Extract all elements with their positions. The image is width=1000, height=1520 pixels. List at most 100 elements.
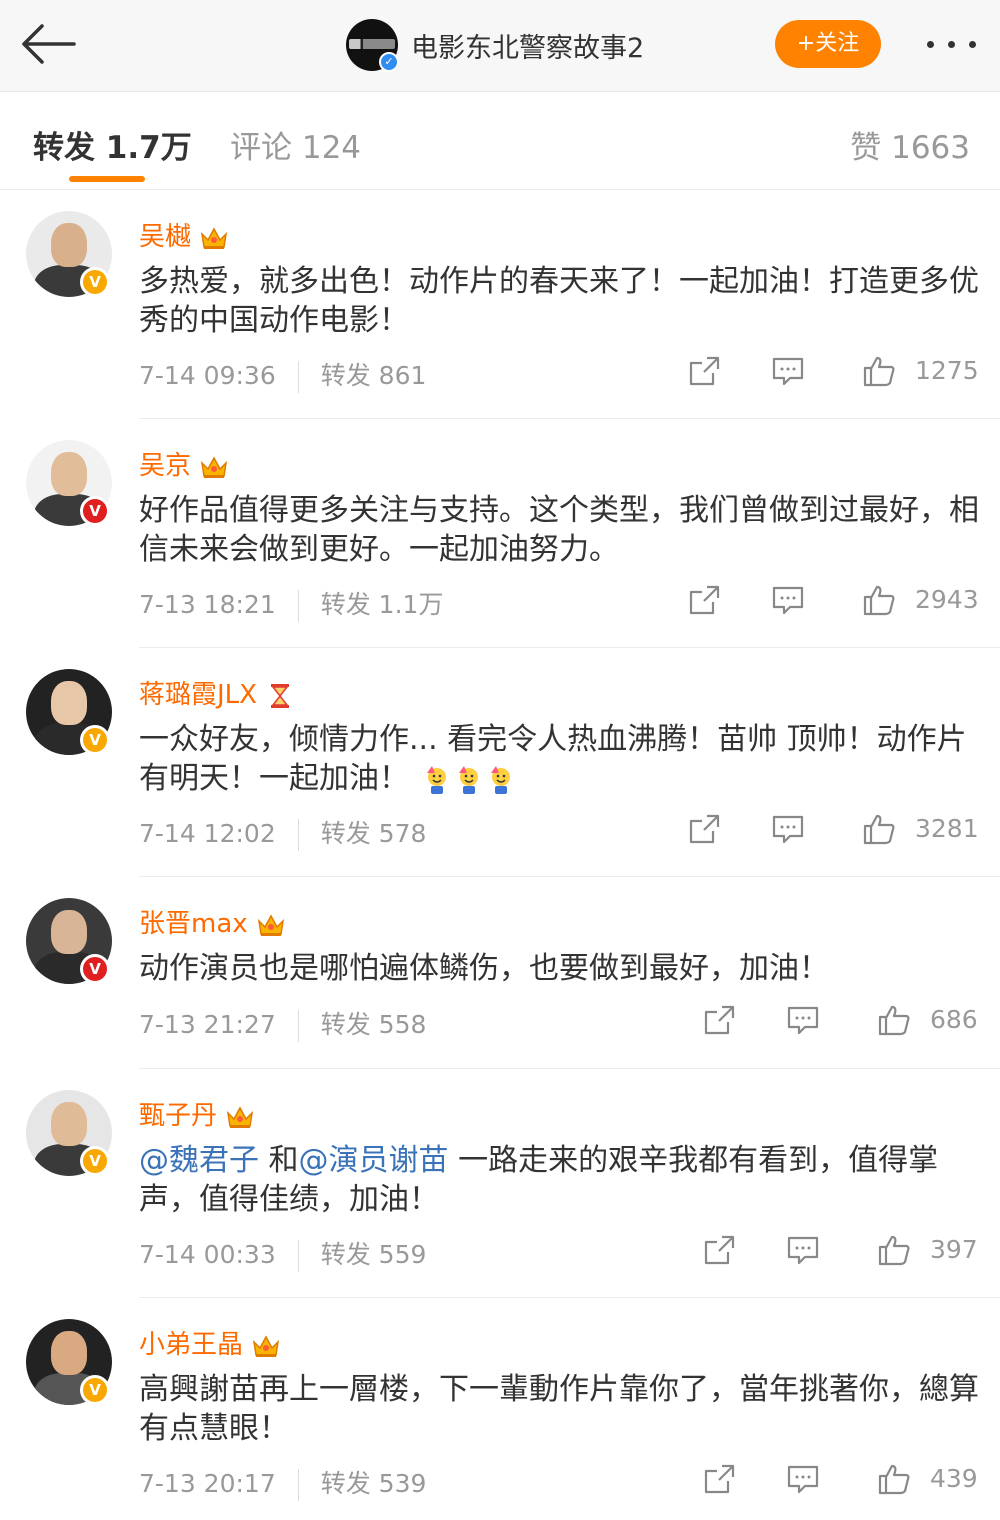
more-dots-icon[interactable] xyxy=(925,30,979,58)
username[interactable]: 甄子丹 xyxy=(139,1095,255,1132)
repost-count[interactable]: 转发 578 xyxy=(321,819,427,848)
repost-text-body: 多热爱，就多出色！动作片的春天来了！一起加油！打造更多优秀的中国动作电影！ xyxy=(139,264,979,338)
verified-icon: ✓ xyxy=(379,52,399,72)
share-icon[interactable] xyxy=(687,584,721,616)
repost-text: 好作品值得更多关注与支持。这个类型，我们曾做到过最好，相信未来会做到更好。一起加… xyxy=(139,491,979,569)
repost-count[interactable]: 转发 1.1万 xyxy=(321,590,444,619)
repost-meta: 7-14 00:33 转发 559 xyxy=(139,1235,426,1272)
meta-divider xyxy=(297,819,299,851)
verified-badge-icon: V xyxy=(80,954,110,984)
account-name[interactable]: 电影东北警察故事2 xyxy=(411,26,644,65)
username[interactable]: 小弟王晶 xyxy=(139,1324,281,1361)
timestamp: 7-13 20:17 xyxy=(139,1469,276,1498)
repost-meta: 7-13 21:27 转发 558 xyxy=(139,1005,426,1042)
comment-icon[interactable] xyxy=(771,813,805,845)
crown-icon xyxy=(257,913,284,936)
like-count[interactable]: 439 xyxy=(930,1464,978,1493)
repost-item[interactable]: V 甄子丹 @魏君子 和@演员谢苗 一路走来的艰辛我都有看到，值得掌声，值得佳绩… xyxy=(0,1069,1000,1298)
meta-divider xyxy=(297,361,299,393)
repost-text: 一众好友，倾情力作... 看完令人热血沸腾！苗帅 顶帅！动作片有明天！一起加油！ xyxy=(139,720,979,798)
crown-icon xyxy=(226,1105,254,1128)
like-icon[interactable] xyxy=(877,1234,911,1266)
timestamp: 7-14 00:33 xyxy=(139,1240,276,1269)
repost-text-body: 动作演员也是哪怕遍体鳞伤，也要做到最好，加油！ xyxy=(139,951,829,986)
repost-text-body: 好作品值得更多关注与支持。这个类型，我们曾做到过最好，相信未来会做到更好。一起加… xyxy=(139,493,979,567)
active-tab-indicator xyxy=(69,176,145,182)
tab-comment[interactable]: 评论 124 xyxy=(230,122,361,167)
party-emoji-icon xyxy=(458,765,478,794)
party-emoji-icon xyxy=(426,765,446,794)
tab-bar: 转发 1.7万 评论 124 赞 1663 xyxy=(0,92,1000,190)
comment-icon[interactable] xyxy=(786,1234,820,1266)
timestamp: 7-14 09:36 xyxy=(139,361,276,390)
meta-divider xyxy=(297,590,299,622)
mention-link[interactable]: @魏君子 xyxy=(139,1143,259,1178)
share-icon[interactable] xyxy=(687,813,721,845)
repost-count[interactable]: 转发 539 xyxy=(321,1469,427,1498)
like-count[interactable]: 397 xyxy=(930,1235,978,1264)
follow-button[interactable]: +关注 xyxy=(775,20,881,68)
like-icon[interactable] xyxy=(877,1004,911,1036)
crown-icon xyxy=(200,455,228,478)
comment-icon[interactable] xyxy=(786,1463,820,1495)
hourglass-icon xyxy=(270,683,289,708)
back-arrow-icon[interactable] xyxy=(18,20,78,68)
like-count[interactable]: 2943 xyxy=(915,585,979,614)
repost-text: 多热爱，就多出色！动作片的春天来了！一起加油！打造更多优秀的中国动作电影！ xyxy=(139,262,979,340)
comment-icon[interactable] xyxy=(771,584,805,616)
repost-meta: 7-13 18:21 转发 1.1万 xyxy=(139,585,443,622)
like-icon[interactable] xyxy=(862,355,896,387)
repost-item[interactable]: V 张晋max 动作演员也是哪怕遍体鳞伤，也要做到最好，加油！ 7-13 21:… xyxy=(0,877,1000,1069)
repost-meta: 7-14 12:02 转发 578 xyxy=(139,814,426,851)
comment-icon[interactable] xyxy=(771,355,805,387)
repost-count[interactable]: 转发 861 xyxy=(321,361,427,390)
repost-text-body: 高興謝苗再上一層楼，下一輩動作片靠你了，當年挑著你，總算有点慧眼！ xyxy=(139,1372,979,1446)
like-count[interactable]: 3281 xyxy=(915,814,979,843)
repost-text: @魏君子 和@演员谢苗 一路走来的艰辛我都有看到，值得掌声，值得佳绩，加油！ xyxy=(139,1141,979,1219)
mention-connector: 和 xyxy=(259,1143,299,1178)
meta-divider xyxy=(297,1240,299,1272)
repost-text: 动作演员也是哪怕遍体鳞伤，也要做到最好，加油！ xyxy=(139,949,979,988)
meta-divider xyxy=(297,1010,299,1042)
crown-icon xyxy=(200,226,228,249)
like-count[interactable]: 1275 xyxy=(915,356,979,385)
like-count[interactable]: 686 xyxy=(930,1005,978,1034)
timestamp: 7-13 18:21 xyxy=(139,590,276,619)
timestamp: 7-14 12:02 xyxy=(139,819,276,848)
party-emoji-icon xyxy=(490,765,510,794)
repost-item[interactable]: V 小弟王晶 高興謝苗再上一層楼，下一輩動作片靠你了，當年挑著你，總算有点慧眼！… xyxy=(0,1298,1000,1520)
meta-divider xyxy=(297,1469,299,1501)
repost-item[interactable]: V 吴樾 多热爱，就多出色！动作片的春天来了！一起加油！打造更多优秀的中国动作电… xyxy=(0,190,1000,419)
username[interactable]: 吴樾 xyxy=(139,216,229,253)
repost-text-body: 一众好友，倾情力作... 看完令人热血沸腾！苗帅 顶帅！动作片有明天！一起加油！ xyxy=(139,722,967,796)
verified-badge-icon: V xyxy=(80,725,110,755)
repost-text: 高興謝苗再上一層楼，下一輩動作片靠你了，當年挑著你，總算有点慧眼！ xyxy=(139,1370,979,1448)
verified-badge-icon: V xyxy=(80,1375,110,1405)
tab-repost[interactable]: 转发 1.7万 xyxy=(33,122,192,167)
username[interactable]: 吴京 xyxy=(139,445,229,482)
repost-count[interactable]: 转发 559 xyxy=(321,1240,427,1269)
like-icon[interactable] xyxy=(877,1463,911,1495)
repost-meta: 7-14 09:36 转发 861 xyxy=(139,356,426,393)
verified-badge-icon: V xyxy=(80,496,110,526)
tab-like[interactable]: 赞 1663 xyxy=(850,122,970,167)
repost-item[interactable]: V 吴京 好作品值得更多关注与支持。这个类型，我们曾做到过最好，相信未来会做到更… xyxy=(0,419,1000,648)
repost-count[interactable]: 转发 558 xyxy=(321,1010,427,1039)
share-icon[interactable] xyxy=(702,1463,736,1495)
mention-link[interactable]: @演员谢苗 xyxy=(299,1143,449,1178)
repost-item[interactable]: V 蒋璐霞JLX 一众好友，倾情力作... 看完令人热血沸腾！苗帅 顶帅！动作片… xyxy=(0,648,1000,877)
like-icon[interactable] xyxy=(862,584,896,616)
crown-icon xyxy=(252,1334,280,1357)
timestamp: 7-13 21:27 xyxy=(139,1010,276,1039)
username[interactable]: 张晋max xyxy=(139,903,286,940)
username[interactable]: 蒋璐霞JLX xyxy=(139,674,295,711)
verified-badge-icon: V xyxy=(80,1146,110,1176)
share-icon[interactable] xyxy=(687,355,721,387)
top-bar: ✓ 电影东北警察故事2 +关注 xyxy=(0,0,1000,92)
like-icon[interactable] xyxy=(862,813,896,845)
share-icon[interactable] xyxy=(702,1004,736,1036)
comment-icon[interactable] xyxy=(786,1004,820,1036)
repost-meta: 7-13 20:17 转发 539 xyxy=(139,1464,426,1501)
share-icon[interactable] xyxy=(702,1234,736,1266)
verified-badge-icon: V xyxy=(80,267,110,297)
